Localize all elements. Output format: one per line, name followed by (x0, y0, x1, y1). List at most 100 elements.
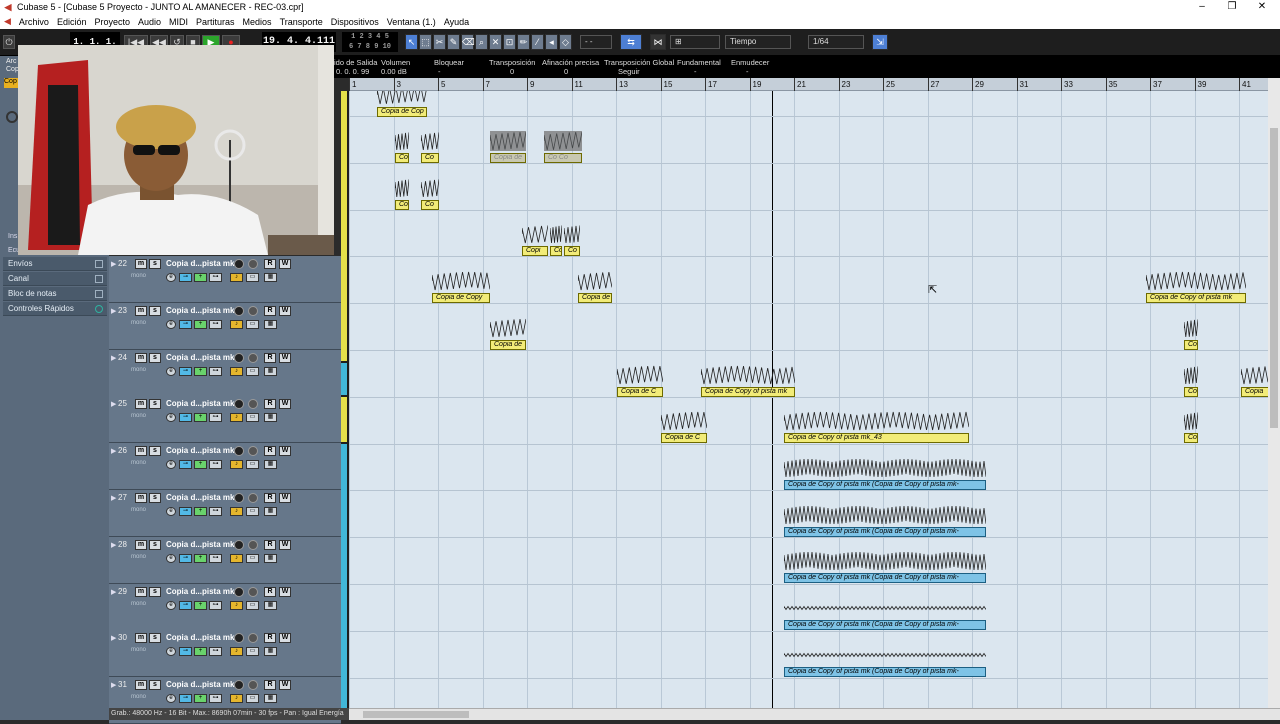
lock-icon[interactable]: ♪ (230, 460, 243, 470)
inspector-quick-controls[interactable]: Controles Rápidos (3, 302, 107, 316)
monitor-icon[interactable] (234, 680, 244, 691)
draw-tool[interactable]: ✏ (517, 34, 530, 50)
menu-transporte[interactable]: Transporte (276, 17, 327, 27)
inspector-sends[interactable]: Envíos (3, 257, 107, 271)
send-icon[interactable]: ⊶ (209, 460, 222, 470)
expand-track-icon[interactable]: ▶ (111, 494, 116, 502)
marker-buttons[interactable]: 1 2 3 4 56 7 8 9 10 (342, 32, 398, 52)
record-arm-icon[interactable] (248, 305, 258, 316)
edit-channel-icon[interactable]: e (166, 366, 176, 376)
track-header[interactable]: ▶ 26 m s Copia d...pista mk R Wmono e ⊸ + ⊶ ♪ ▭ ▦ (109, 443, 341, 491)
audio-waveform[interactable] (544, 131, 582, 151)
expand-track-icon[interactable]: ▶ (111, 634, 116, 642)
audio-event[interactable]: Copia de Copy of pista mk (Copia de Copy… (784, 480, 986, 490)
lane-icon[interactable]: ▭ (246, 507, 259, 516)
minimize-button[interactable]: – (1186, 0, 1218, 14)
track-name[interactable]: Copia d...pista mk (166, 353, 234, 362)
mute-button[interactable]: m (135, 633, 147, 644)
menu-edicion[interactable]: Edición (53, 17, 91, 27)
record-arm-icon[interactable] (248, 493, 258, 503)
track-header[interactable]: ▶ 27 m s Copia d...pista mk R Wmono e ⊸ + ⊶ ♪ ▭ ▦ (109, 490, 341, 537)
track-name[interactable]: Copia d...pista mk (166, 680, 234, 689)
audio-waveform[interactable] (395, 131, 409, 151)
audio-event[interactable]: Copia de Copy (432, 293, 490, 303)
record-arm-icon[interactable] (248, 539, 258, 550)
object-selection-tool[interactable]: ↖ (405, 34, 418, 50)
write-automation-button[interactable]: W (279, 493, 291, 503)
insert-icon[interactable]: ⊸ (179, 319, 192, 329)
record-arm-icon[interactable] (248, 586, 258, 597)
info-value[interactable]: 0 (510, 67, 514, 76)
lane-icon[interactable]: ▭ (246, 319, 259, 329)
solo-button[interactable]: s (149, 633, 161, 644)
read-automation-button[interactable]: R (264, 633, 276, 644)
lock-icon[interactable]: ♪ (230, 694, 243, 704)
audio-waveform[interactable] (490, 318, 526, 338)
record-arm-icon[interactable] (248, 259, 258, 269)
lock-icon[interactable]: ♪ (230, 507, 243, 516)
audio-waveform[interactable] (784, 411, 969, 431)
edit-channel-icon[interactable]: e (166, 600, 176, 610)
insert-icon[interactable]: ⊸ (179, 647, 192, 657)
insert-icon[interactable]: ⊸ (179, 460, 192, 470)
lock-icon[interactable]: ♪ (230, 366, 243, 376)
expand-track-icon[interactable]: ▶ (111, 681, 116, 689)
audio-event[interactable]: Co (550, 246, 562, 256)
monitor-icon[interactable] (234, 633, 244, 644)
eq-icon[interactable]: + (194, 553, 207, 563)
solo-button[interactable]: s (149, 305, 161, 316)
lane-icon[interactable]: ▭ (246, 366, 259, 376)
audio-event[interactable]: Copia de C (617, 387, 663, 397)
time-warp-tool[interactable]: ⊡ (503, 34, 516, 50)
app-menu-icon[interactable]: ◀ (0, 16, 15, 27)
insert-icon[interactable]: ⊸ (179, 600, 192, 610)
eq-icon[interactable]: + (194, 694, 207, 704)
track-name[interactable]: Copia d...pista mk (166, 306, 234, 315)
audio-event[interactable]: Copia de Copy of pista mk (Copia de Copy… (784, 620, 986, 630)
project-arrange-area[interactable]: Copia de CopCoCoCopia deCo CoCoCoCopiCoC… (349, 91, 1268, 708)
automation-icon[interactable]: ▦ (264, 413, 277, 423)
audio-event[interactable]: Copia de Copy of pista mk_43 (784, 433, 969, 443)
mute-button[interactable]: m (135, 539, 147, 550)
track-name[interactable]: Copia d...pista mk (166, 259, 234, 268)
track-name[interactable]: Copia d...pista mk (166, 633, 234, 642)
solo-button[interactable]: s (149, 539, 161, 550)
lock-icon[interactable]: ♪ (230, 553, 243, 563)
audio-event[interactable]: Copi (522, 246, 548, 256)
expand-track-icon[interactable]: ▶ (111, 588, 116, 596)
automation-mode-select[interactable]: - - (580, 35, 612, 49)
audio-waveform[interactable] (1184, 411, 1198, 431)
inspector-channel[interactable]: Canal (3, 272, 107, 286)
vertical-scroll-thumb[interactable] (1270, 128, 1278, 428)
track-header[interactable]: ▶ 23 m s Copia d...pista mk R Wmono e ⊸ + ⊶ ♪ ▭ ▦ (109, 302, 341, 350)
mute-tool[interactable]: ✕ (489, 34, 502, 50)
menu-archivo[interactable]: Archivo (15, 17, 53, 27)
audio-event[interactable]: Copia (1241, 387, 1268, 397)
audio-waveform[interactable] (701, 365, 795, 385)
audio-waveform[interactable] (1184, 365, 1198, 385)
expand-track-icon[interactable]: ▶ (111, 307, 116, 315)
monitor-icon[interactable] (234, 259, 244, 269)
track-header[interactable]: ▶ 25 m s Copia d...pista mk R Wmono e ⊸ + ⊶ ♪ ▭ ▦ (109, 396, 341, 444)
range-selection-tool[interactable]: ⬚ (419, 34, 432, 50)
record-arm-icon[interactable] (248, 399, 258, 410)
record-arm-icon[interactable] (248, 680, 258, 691)
lane-icon[interactable]: ▭ (246, 460, 259, 470)
expand-track-icon[interactable]: ▶ (111, 354, 116, 362)
read-automation-button[interactable]: R (264, 305, 276, 316)
scrub-tool[interactable]: ◇ (559, 34, 572, 50)
send-icon[interactable]: ⊶ (209, 273, 222, 282)
solo-button[interactable]: s (149, 586, 161, 597)
vertical-scrollbar[interactable] (1268, 78, 1280, 708)
mute-button[interactable]: m (135, 399, 147, 410)
edit-channel-icon[interactable]: e (166, 460, 176, 470)
eq-icon[interactable]: + (194, 413, 207, 423)
audio-event[interactable]: Co (1184, 433, 1198, 443)
write-automation-button[interactable]: W (279, 446, 291, 457)
audio-event[interactable]: Copia de Cop (377, 107, 427, 117)
audio-event[interactable]: Co (395, 200, 409, 210)
automation-icon[interactable]: ▦ (264, 460, 277, 470)
read-automation-button[interactable]: R (264, 539, 276, 550)
eq-icon[interactable]: + (194, 460, 207, 470)
track-header[interactable]: ▶ 22 m s Copia d...pista mk R Wmono e ⊸ + ⊶ ♪ ▭ ▦ (109, 256, 341, 303)
